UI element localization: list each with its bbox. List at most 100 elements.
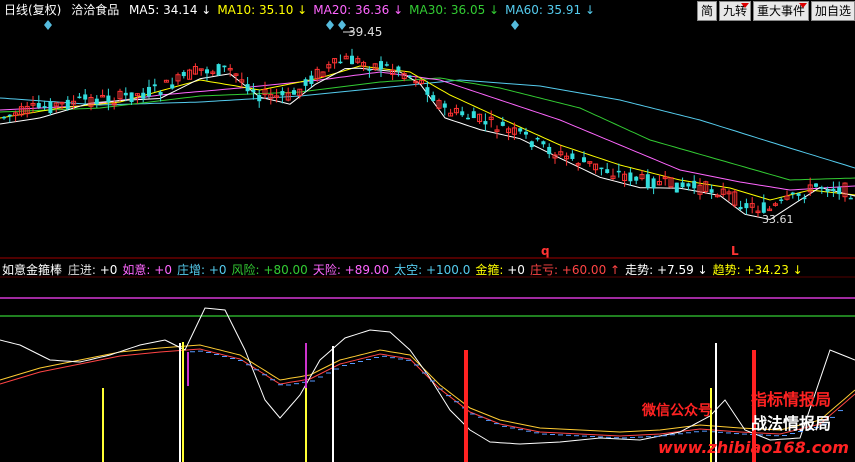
event-marker-3 xyxy=(511,20,519,30)
ma-readouts: MA5: 34.14 ↓ MA10: 35.10 ↓ MA20: 36.36 ↓ MA… xyxy=(129,3,601,17)
candle-body xyxy=(384,64,389,66)
candle-body xyxy=(692,180,697,189)
ma-readout-2: MA20: 36.36 ↓ xyxy=(313,3,404,17)
candles xyxy=(2,48,853,218)
candle-body xyxy=(216,64,221,76)
candle-body xyxy=(36,102,41,108)
candle-body xyxy=(205,69,209,74)
candle-body xyxy=(483,121,488,125)
candle-body xyxy=(94,98,99,105)
candle-body xyxy=(106,95,111,103)
ma-readout-0: MA5: 34.14 ↓ xyxy=(129,3,212,17)
low-price-label: 33.61 xyxy=(762,213,794,226)
candle-body xyxy=(599,167,604,170)
candle-body xyxy=(222,65,227,68)
indicator-item-3: 风险: +80.00 xyxy=(231,263,308,277)
candle-body xyxy=(616,170,621,173)
candle-body xyxy=(674,182,679,193)
candlestick-panel xyxy=(0,20,855,278)
candle-body xyxy=(7,114,12,117)
candle-body xyxy=(396,66,401,71)
candle-body xyxy=(338,61,343,64)
candle-body xyxy=(123,92,128,96)
indicator-name: 如意金箍棒 xyxy=(2,263,63,277)
candle-body xyxy=(460,111,465,116)
candle-body xyxy=(605,169,610,173)
candle-body xyxy=(77,96,82,99)
candle-body xyxy=(257,94,262,102)
candle-body xyxy=(570,153,575,159)
watermark-wechat: 微信公众号 xyxy=(642,403,712,419)
stock-name: 洽洽食品 xyxy=(71,3,120,17)
chart-canvas[interactable] xyxy=(0,0,855,462)
candle-body xyxy=(431,95,436,101)
candle-body xyxy=(309,75,314,85)
candle-body xyxy=(425,87,430,95)
candle-body xyxy=(2,116,6,119)
candle-body xyxy=(152,84,157,87)
indicator-item-0: 庄进: +0 xyxy=(67,263,118,277)
candle-body xyxy=(831,188,836,192)
add-watchlist-button[interactable]: 加自选 xyxy=(810,1,855,21)
candle-body xyxy=(48,101,53,114)
candle-body xyxy=(524,131,528,135)
candle-body xyxy=(141,92,146,99)
indicator-item-2: 庄增: +0 xyxy=(176,263,227,277)
candle-body xyxy=(170,84,175,89)
simple-button[interactable]: 简 xyxy=(696,1,717,21)
ma-readout-3: MA30: 36.05 ↓ xyxy=(409,3,500,17)
candle-body xyxy=(442,103,447,108)
candle-body xyxy=(802,197,807,200)
candle-body xyxy=(529,141,534,148)
candle-body xyxy=(814,183,818,187)
indicator-item-9: 趋势: +34.23 ↓ xyxy=(712,263,803,277)
candle-body xyxy=(350,55,354,65)
candle-body xyxy=(280,90,285,96)
candle-body xyxy=(251,89,256,93)
candle-body xyxy=(709,189,714,193)
nine-turn-button[interactable]: 九转 xyxy=(718,1,751,21)
momentum-line xyxy=(0,348,855,437)
candle-body xyxy=(181,71,186,77)
watermark-line1: 指标情报局 xyxy=(751,390,832,409)
ma-readout-1: MA10: 35.10 ↓ xyxy=(217,3,308,17)
watermark-line2: 战法情报局 xyxy=(751,414,832,433)
major-events-button[interactable]: 重大事件 xyxy=(752,1,809,21)
candle-body xyxy=(738,206,743,210)
candle-body xyxy=(651,178,656,189)
event-marker-1 xyxy=(326,20,334,30)
candle-body xyxy=(634,176,639,181)
indicator-item-8: 走势: +7.59 ↓ xyxy=(625,263,708,277)
candle-body xyxy=(535,137,540,140)
candle-body xyxy=(645,174,650,188)
mark-l: L xyxy=(731,244,739,258)
candle-body xyxy=(541,141,546,145)
ma-readout-4: MA60: 35.91 ↓ xyxy=(505,3,596,17)
indicator-item-7: 庄亏: +60.00 ↑ xyxy=(529,263,621,277)
candle-body xyxy=(408,75,412,78)
mark-q: q xyxy=(541,244,550,258)
candle-body xyxy=(379,61,383,70)
candle-body xyxy=(147,86,151,97)
event-marker-0 xyxy=(44,20,52,30)
candle-body xyxy=(686,183,691,187)
candle-body xyxy=(158,91,163,95)
chart-header: 日线(复权) 洽洽食品 MA5: 34.14 ↓ MA10: 35.10 ↓ MA2… xyxy=(4,2,607,18)
indicator-item-5: 太空: +100.0 xyxy=(394,263,471,277)
candle-body xyxy=(582,157,586,163)
indicator-item-6: 金箍: +0 xyxy=(475,263,525,277)
period-label: 日线(复权) xyxy=(4,3,62,17)
candle-body xyxy=(848,197,853,200)
candle-body xyxy=(129,92,134,103)
indicator-item-1: 如意: +0 xyxy=(122,263,172,277)
trend-line xyxy=(0,344,855,433)
candle-body xyxy=(500,121,505,126)
candle-body xyxy=(367,69,372,71)
candle-body xyxy=(680,182,685,188)
candle-body xyxy=(303,79,308,86)
indicator-item-4: 天险: +89.00 xyxy=(312,263,390,277)
candle-body xyxy=(518,128,523,132)
candle-body xyxy=(471,111,476,119)
candle-body xyxy=(466,117,470,120)
candle-body xyxy=(779,199,784,201)
